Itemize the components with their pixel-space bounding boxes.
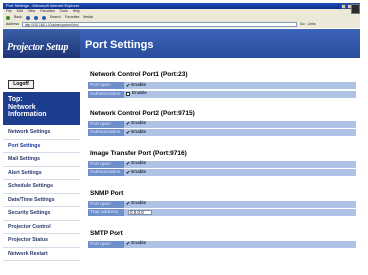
checkmark-icon[interactable]: ✔ [126,129,130,137]
row-port1-authentication: Authentication Enable [88,90,356,99]
row-value: 0.0.0.0 [124,209,356,217]
section-title-control-port1: Network Control Port1 (Port:23) [90,71,188,78]
sidebar-nav: Network Settings Port Settings Mail Sett… [3,126,80,261]
row-smtp-port-open: Port open ✔ Enable [88,240,356,249]
home-icon[interactable] [41,15,46,20]
sidebar-item-port-settings[interactable]: Port Settings [3,139,80,153]
favorites-button[interactable]: Favorites [65,14,79,21]
trap-address-input[interactable]: 0.0.0.0 [128,209,152,216]
row-label: Authentication [88,169,124,177]
page-header: Port Settings [80,29,360,58]
row-value: ✔ Enable [124,82,356,90]
enable-label: Enable [131,241,147,246]
row-value: ✔ Enable [124,129,356,137]
row-image-authentication: Authentication ✔ Enable [88,169,356,177]
page-title: Port Settings [85,39,154,51]
sidebar-item-mail-settings[interactable]: Mail Settings [3,153,80,167]
row-value: ✔ Enable [124,120,356,129]
enable-label: Enable [131,201,147,206]
checkbox-icon[interactable] [126,92,130,96]
checkmark-icon[interactable]: ✔ [126,169,130,177]
row-value: ✔ Enable [124,169,356,177]
sidebar: Projector Setup Logoff Top: Network Info… [3,29,80,272]
enable-label: Enable [131,121,147,126]
address-input[interactable]: http://192.168.1.10/admin/portset.html [21,22,297,27]
address-label: Address [6,22,19,26]
browser-toolbar: Back Search Favorites Media [3,14,360,21]
sidebar-item-date-time-settings[interactable]: Date/Time Settings [3,193,80,207]
sidebar-item-schedule-settings[interactable]: Schedule Settings [3,180,80,194]
row-label: Port open [88,82,124,90]
row-snmp-trap-address: Trap address 0.0.0.0 [88,209,356,217]
row-port2-port-open: Port open ✔ Enable [88,120,356,129]
row-label: Trap address [88,209,124,217]
enable-label: Enable [131,169,147,175]
search-button[interactable]: Search [50,14,61,21]
section-title-image-transfer-port: Image Transfer Port (Port:9716) [90,150,187,157]
checkmark-icon[interactable]: ✔ [126,120,130,128]
go-button[interactable]: Go [300,21,305,28]
row-label: Authentication [88,129,124,137]
sidebar-heading-line: Network [8,103,36,111]
checkmark-icon[interactable]: ✔ [126,82,130,90]
page-content: Projector Setup Logoff Top: Network Info… [3,29,360,272]
row-image-port-open: Port open ✔ Enable [88,160,356,169]
row-label: Port open [88,240,124,249]
brand-logo: Projector Setup [7,42,69,53]
logoff-button[interactable]: Logoff [8,80,34,89]
main-pane: Port Settings Network Control Port1 (Por… [80,29,360,272]
sidebar-heading-line: Top: [8,96,23,103]
row-port1-port-open: Port open ✔ Enable [88,82,356,90]
row-value: ✔ Enable [124,200,356,209]
refresh-icon[interactable] [33,15,38,20]
sidebar-heading-top-network-information[interactable]: Top: Network Information [3,92,80,125]
brand-banner: Projector Setup [3,29,80,58]
enable-label: Enable [131,82,147,88]
row-snmp-port-open: Port open ✔ Enable [88,200,356,209]
sidebar-heading-line: Information [8,111,47,118]
address-bar: Address http://192.168.1.10/admin/portse… [3,21,360,28]
row-value: ✔ Enable [124,240,356,249]
sidebar-item-security-settings[interactable]: Security Settings [3,207,80,221]
checkmark-icon[interactable]: ✔ [126,240,130,248]
row-label: Authentication [88,90,124,99]
enable-label: Enable [131,161,147,166]
row-value: Enable [124,90,356,99]
links-button[interactable]: Links [308,21,316,28]
enable-label: Enable [132,91,147,96]
row-label: Port open [88,200,124,209]
back-arrow-icon[interactable] [6,15,10,20]
section-title-snmp-port: SNMP Port [90,190,124,197]
forward-arrow-icon[interactable] [25,15,30,20]
row-port2-authentication: Authentication ✔ Enable [88,129,356,137]
back-button[interactable]: Back [14,14,22,21]
browser-logo-icon [351,4,360,14]
section-title-control-port2: Network Control Port2 (Port:9715) [90,110,195,117]
checkmark-icon[interactable]: ✔ [126,200,130,208]
sidebar-item-network-settings[interactable]: Network Settings [3,126,80,140]
row-label: Port open [88,120,124,129]
window-title: Port Settings - Microsoft Internet Explo… [6,3,80,8]
row-value: ✔ Enable [124,160,356,169]
media-button[interactable]: Media [83,14,93,21]
enable-label: Enable [131,129,147,135]
minimize-icon[interactable] [341,3,346,9]
row-label: Port open [88,160,124,169]
sidebar-item-network-restart[interactable]: Network Restart [3,247,80,261]
sidebar-item-alert-settings[interactable]: Alert Settings [3,166,80,180]
sidebar-item-projector-control[interactable]: Projector Control [3,220,80,234]
checkmark-icon[interactable]: ✔ [126,160,130,168]
section-title-smtp-port: SMTP Port [90,230,123,237]
sidebar-item-projector-status[interactable]: Projector Status [3,234,80,248]
